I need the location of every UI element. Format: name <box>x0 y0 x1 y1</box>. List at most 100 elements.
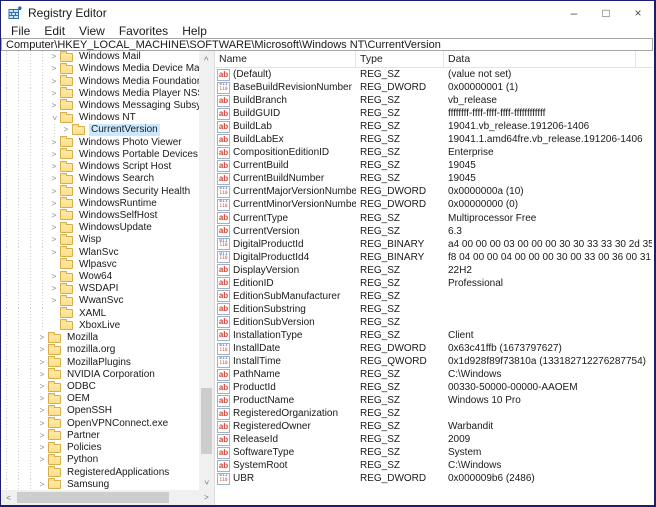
chevron-collapsed-icon[interactable]: > <box>49 90 59 98</box>
menu-view[interactable]: View <box>72 24 112 38</box>
registry-value-row[interactable]: abCompositionEditionIDREG_SZEnterprise <box>215 146 654 159</box>
tree-item-wsdapi[interactable]: >WSDAPI <box>1 283 199 295</box>
tree-item-wow64[interactable]: >Wow64 <box>1 271 199 283</box>
tree-item-windows-nt[interactable]: >Windows NT <box>1 112 199 124</box>
chevron-collapsed-icon[interactable]: > <box>37 420 47 428</box>
tree-item-wlpasvc[interactable]: Wlpasvc <box>1 259 199 271</box>
chevron-collapsed-icon[interactable]: > <box>49 151 59 159</box>
chevron-collapsed-icon[interactable]: > <box>49 163 59 171</box>
registry-value-row[interactable]: abCurrentTypeREG_SZMultiprocessor Free <box>215 212 654 225</box>
tree-item-windows-mail[interactable]: >Windows Mail <box>1 51 199 63</box>
tree-item-windows-script-host[interactable]: >Windows Script Host <box>1 161 199 173</box>
tree-item-oem[interactable]: >OEM <box>1 393 199 405</box>
chevron-collapsed-icon[interactable]: > <box>49 285 59 293</box>
tree-item-openvpnconnect-exe[interactable]: >OpenVPNConnect.exe <box>1 418 199 430</box>
tree-item-windows-media-device-manager[interactable]: >Windows Media Device Manager <box>1 63 199 75</box>
registry-value-row[interactable]: abBuildLabREG_SZ19041.vb_release.191206-… <box>215 120 654 133</box>
chevron-collapsed-icon[interactable]: > <box>49 249 59 257</box>
registry-value-row[interactable]: abBuildGUIDREG_SZffffffff-ffff-ffff-ffff… <box>215 107 654 120</box>
chevron-collapsed-icon[interactable]: > <box>37 346 47 354</box>
registry-value-row[interactable]: abSystemRootREG_SZC:\Windows <box>215 459 654 472</box>
tree-item-mozilla[interactable]: >Mozilla <box>1 332 199 344</box>
chevron-collapsed-icon[interactable]: > <box>49 212 59 220</box>
chevron-collapsed-icon[interactable]: > <box>49 200 59 208</box>
tree-item-xboxlive[interactable]: XboxLive <box>1 320 199 332</box>
tree-item-nvidia-corporation[interactable]: >NVIDIA Corporation <box>1 369 199 381</box>
tree-item-samsung[interactable]: >Samsung <box>1 479 199 490</box>
chevron-collapsed-icon[interactable]: > <box>49 78 59 86</box>
chevron-collapsed-icon[interactable]: > <box>37 359 47 367</box>
address-bar-input[interactable] <box>1 38 653 51</box>
tree-item-openssh[interactable]: >OpenSSH <box>1 405 199 417</box>
tree-item-windowsselfhost[interactable]: >WindowsSelfHost <box>1 210 199 222</box>
registry-value-row[interactable]: 011110DigitalProductIdREG_BINARYa4 00 00… <box>215 238 654 251</box>
maximize-button[interactable]: □ <box>590 1 622 24</box>
registry-value-row[interactable]: 011110CurrentMajorVersionNumberREG_DWORD… <box>215 185 654 198</box>
chevron-collapsed-icon[interactable]: > <box>49 188 59 196</box>
tree-item-wwansvc[interactable]: >WwanSvc <box>1 295 199 307</box>
tree-item-windows-photo-viewer[interactable]: >Windows Photo Viewer <box>1 137 199 149</box>
registry-value-row[interactable]: abProductIdREG_SZ00330-50000-00000-AAOEM <box>215 381 654 394</box>
chevron-collapsed-icon[interactable]: > <box>49 139 59 147</box>
registry-value-row[interactable]: abEditionSubVersionREG_SZ <box>215 316 654 329</box>
registry-value-row[interactable]: abCurrentBuildNumberREG_SZ19045 <box>215 172 654 185</box>
tree-item-windows-portable-devices[interactable]: >Windows Portable Devices <box>1 149 199 161</box>
chevron-collapsed-icon[interactable]: > <box>37 371 47 379</box>
menu-help[interactable]: Help <box>175 24 214 38</box>
registry-value-row[interactable]: 011110CurrentMinorVersionNumberREG_DWORD… <box>215 198 654 211</box>
registry-value-row[interactable]: abBuildLabExREG_SZ19041.1.amd64fre.vb_re… <box>215 133 654 146</box>
tree-item-windowsruntime[interactable]: >WindowsRuntime <box>1 198 199 210</box>
registry-value-row[interactable]: 011110BaseBuildRevisionNumberREG_DWORD0x… <box>215 81 654 94</box>
column-header-type[interactable]: Type <box>356 51 444 67</box>
tree-item-windowsupdate[interactable]: >WindowsUpdate <box>1 222 199 234</box>
scroll-down-icon[interactable]: > <box>199 475 214 490</box>
menu-file[interactable]: File <box>4 24 37 38</box>
registry-value-row[interactable]: abEditionIDREG_SZProfessional <box>215 277 654 290</box>
tree-item-currentversion[interactable]: >CurrentVersion <box>1 124 199 136</box>
chevron-collapsed-icon[interactable]: > <box>49 297 59 305</box>
chevron-collapsed-icon[interactable]: > <box>49 102 59 110</box>
tree-item-partner[interactable]: >Partner <box>1 430 199 442</box>
horizontal-scrollbar-thumb[interactable] <box>17 492 169 503</box>
chevron-collapsed-icon[interactable]: > <box>37 383 47 391</box>
chevron-expanded-icon[interactable]: > <box>50 113 58 123</box>
tree-item-windows-security-health[interactable]: >Windows Security Health <box>1 185 199 197</box>
registry-value-row[interactable]: abEditionSubstringREG_SZ <box>215 303 654 316</box>
tree-item-windows-search[interactable]: >Windows Search <box>1 173 199 185</box>
tree-item-windows-media-foundation[interactable]: >Windows Media Foundation <box>1 75 199 87</box>
chevron-collapsed-icon[interactable]: > <box>49 65 59 73</box>
tree-item-python[interactable]: >Python <box>1 454 199 466</box>
tree-item-mozilla-org[interactable]: >mozilla.org <box>1 344 199 356</box>
tree-item-windows-messaging-subsystem[interactable]: >Windows Messaging Subsystem <box>1 100 199 112</box>
scroll-right-icon[interactable]: > <box>199 490 214 505</box>
registry-value-row[interactable]: abDisplayVersionREG_SZ22H2 <box>215 264 654 277</box>
chevron-collapsed-icon[interactable]: > <box>49 175 59 183</box>
tree-item-odbc[interactable]: >ODBC <box>1 381 199 393</box>
registry-value-row[interactable]: abInstallationTypeREG_SZClient <box>215 329 654 342</box>
tree-item-wlansvc[interactable]: >WlanSvc <box>1 247 199 259</box>
tree-item-xaml[interactable]: XAML <box>1 308 199 320</box>
chevron-collapsed-icon[interactable]: > <box>37 432 47 440</box>
chevron-collapsed-icon[interactable]: > <box>37 456 47 464</box>
registry-value-row[interactable]: abCurrentVersionREG_SZ6.3 <box>215 225 654 238</box>
registry-value-row[interactable]: abBuildBranchREG_SZvb_release <box>215 94 654 107</box>
tree-item-policies[interactable]: >Policies <box>1 442 199 454</box>
tree-item-windows-media-player-nss[interactable]: >Windows Media Player NSS <box>1 88 199 100</box>
registry-value-row[interactable]: 011110InstallTimeREG_QWORD0x1d928f89f738… <box>215 355 654 368</box>
chevron-collapsed-icon[interactable]: > <box>37 395 47 403</box>
registry-value-row[interactable]: 011110InstallDateREG_DWORD0x63c41ffb (16… <box>215 342 654 355</box>
tree-horizontal-scrollbar[interactable]: > > <box>1 490 214 505</box>
registry-value-row[interactable]: abProductNameREG_SZWindows 10 Pro <box>215 394 654 407</box>
tree-vertical-scrollbar[interactable]: > > <box>199 51 214 490</box>
registry-value-row[interactable]: 011110DigitalProductId4REG_BINARYf8 04 0… <box>215 251 654 264</box>
registry-value-row[interactable]: abRegisteredOrganizationREG_SZ <box>215 407 654 420</box>
registry-value-row[interactable]: abCurrentBuildREG_SZ19045 <box>215 159 654 172</box>
column-header-name[interactable]: Name <box>215 51 356 67</box>
chevron-collapsed-icon[interactable]: > <box>61 126 71 134</box>
registry-value-row[interactable]: 011110UBRREG_DWORD0x000009b6 (2486) <box>215 472 654 485</box>
registry-value-row[interactable]: abRegisteredOwnerREG_SZWarbandit <box>215 420 654 433</box>
chevron-collapsed-icon[interactable]: > <box>37 481 47 489</box>
vertical-scrollbar-thumb[interactable] <box>201 388 212 454</box>
column-header-data[interactable]: Data <box>444 51 636 67</box>
registry-value-row[interactable]: abReleaseIdREG_SZ2009 <box>215 433 654 446</box>
